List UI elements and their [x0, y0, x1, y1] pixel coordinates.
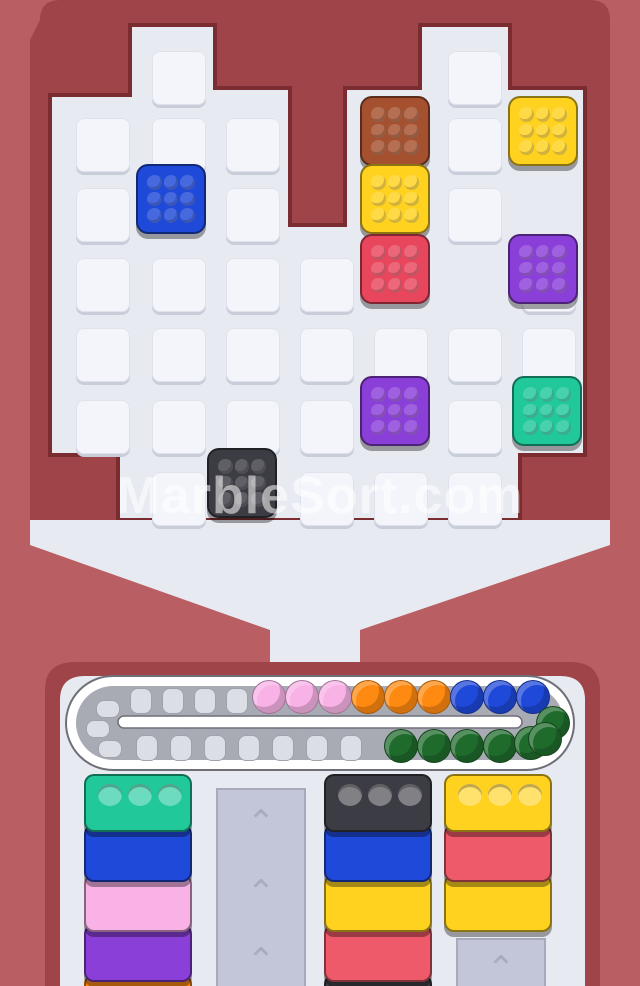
empty-marble-slot — [170, 735, 192, 761]
empty-tile — [448, 51, 502, 105]
empty-marble-slot — [194, 688, 216, 714]
empty-tile — [448, 400, 502, 454]
up-arrow-icon: ⌃ — [246, 803, 276, 843]
teal-block[interactable] — [512, 376, 582, 446]
empty-tile — [448, 328, 502, 382]
empty-marble-slot — [340, 735, 362, 761]
empty-tile — [522, 328, 576, 382]
marble — [384, 680, 418, 714]
empty-tile — [300, 258, 354, 312]
marble — [450, 729, 484, 763]
marble — [351, 680, 385, 714]
marble — [483, 680, 517, 714]
empty-tile — [152, 51, 206, 105]
empty-marble-slot — [238, 735, 260, 761]
purple-block[interactable] — [360, 376, 430, 446]
empty-tile — [76, 328, 130, 382]
empty-marble-slot — [86, 720, 110, 738]
empty-tile — [300, 400, 354, 454]
marble-cup[interactable] — [84, 774, 192, 832]
empty-tile — [448, 118, 502, 172]
empty-marble-slot — [306, 735, 328, 761]
empty-tile — [448, 188, 502, 242]
marble-cup[interactable] — [444, 824, 552, 882]
marble — [528, 722, 562, 756]
empty-lane-right[interactable]: ⌃ — [456, 938, 546, 986]
marble-cup[interactable] — [444, 874, 552, 932]
marble-cup[interactable] — [84, 874, 192, 932]
empty-tile — [76, 258, 130, 312]
purple-block-right[interactable] — [508, 234, 578, 304]
empty-tile — [152, 328, 206, 382]
empty-tile — [374, 328, 428, 382]
yellow-block-top-right[interactable] — [508, 96, 578, 166]
empty-marble-slot — [162, 688, 184, 714]
empty-tile — [76, 188, 130, 242]
empty-tile — [152, 258, 206, 312]
marble — [450, 680, 484, 714]
brown-block[interactable] — [360, 96, 430, 166]
marble-cup[interactable] — [324, 924, 432, 982]
empty-lane-left[interactable]: ⌃ ⌃ ⌃ — [216, 788, 306, 986]
empty-tile — [300, 328, 354, 382]
watermark-text: MarbleSort.com — [116, 467, 524, 525]
empty-tile — [152, 400, 206, 454]
marble-cup[interactable] — [324, 874, 432, 932]
blue-block[interactable] — [136, 164, 206, 234]
empty-tile — [76, 400, 130, 454]
empty-marble-slot — [98, 740, 122, 758]
marble-cup[interactable] — [324, 824, 432, 882]
marble-cup[interactable] — [84, 924, 192, 982]
up-arrow-icon: ⌃ — [246, 941, 276, 981]
marble — [417, 729, 451, 763]
empty-marble-slot — [136, 735, 158, 761]
marble-cup[interactable] — [324, 774, 432, 832]
marble-cup[interactable] — [84, 824, 192, 882]
empty-tile — [226, 258, 280, 312]
marble — [417, 680, 451, 714]
red-block[interactable] — [360, 234, 430, 304]
empty-marble-slot — [272, 735, 294, 761]
empty-marble-slot — [96, 700, 120, 718]
empty-marble-slot — [226, 688, 248, 714]
marble-cup[interactable] — [444, 774, 552, 832]
empty-marble-slot — [204, 735, 226, 761]
empty-tile — [76, 118, 130, 172]
yellow-block[interactable] — [360, 164, 430, 234]
empty-tile — [226, 188, 280, 242]
marble — [318, 680, 352, 714]
empty-tile — [226, 400, 280, 454]
empty-tile — [226, 118, 280, 172]
marble — [483, 729, 517, 763]
marble — [384, 729, 418, 763]
up-arrow-icon: ⌃ — [246, 873, 276, 913]
empty-tile — [226, 328, 280, 382]
marble — [285, 680, 319, 714]
empty-marble-slot — [130, 688, 152, 714]
marble — [252, 680, 286, 714]
up-arrow-icon: ⌃ — [486, 949, 516, 986]
game-screen: MarbleSort.com ⌃ ⌃ ⌃ ⌃ — [0, 0, 640, 986]
